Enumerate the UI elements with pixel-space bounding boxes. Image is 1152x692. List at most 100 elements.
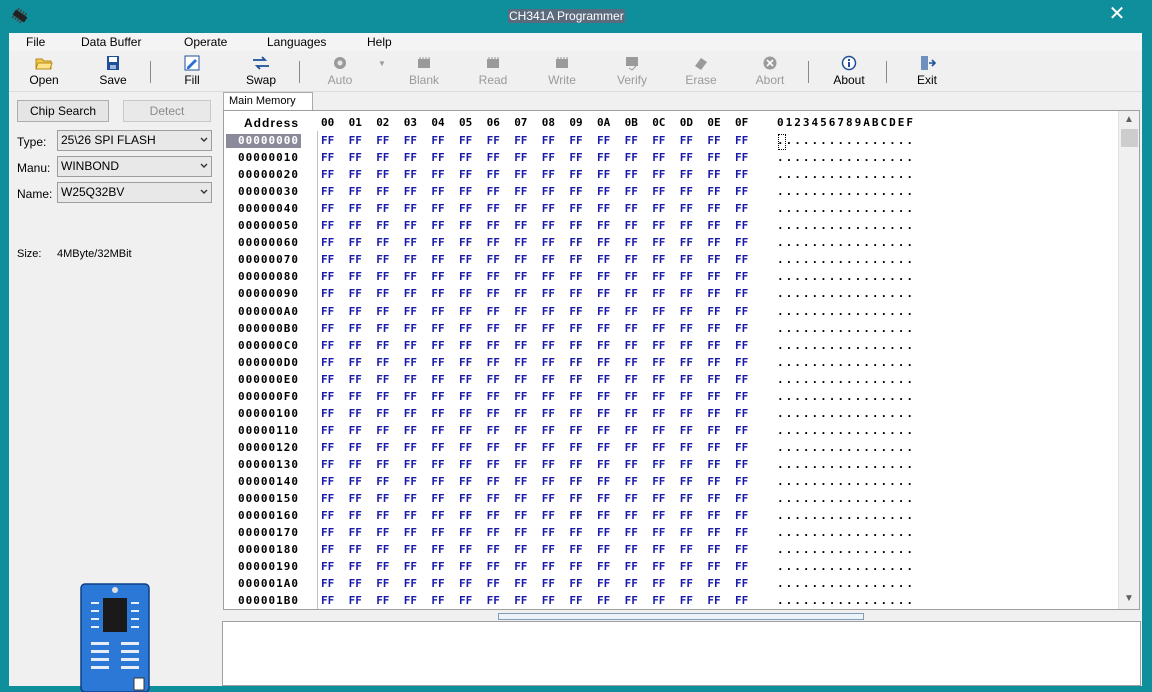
pane-splitter[interactable] — [498, 613, 864, 620]
hex-cell[interactable]: FF — [735, 134, 748, 148]
hex-cell[interactable]: FF — [431, 134, 444, 148]
hex-cell[interactable]: FF — [707, 305, 720, 319]
hex-cell[interactable]: FF — [680, 305, 693, 319]
tab-main-memory[interactable]: Main Memory — [223, 92, 313, 110]
hex-cell[interactable]: FF — [542, 322, 555, 336]
chevron-down-icon[interactable]: ▼ — [1124, 593, 1134, 604]
hex-cell[interactable]: FF — [625, 134, 638, 148]
hex-cell[interactable]: FF — [569, 424, 582, 438]
hex-cell[interactable]: FF — [487, 253, 500, 267]
ascii-cell[interactable]: ................ — [777, 339, 915, 353]
hex-cell[interactable]: FF — [569, 270, 582, 284]
hex-cell[interactable]: FF — [431, 492, 444, 506]
hex-cell[interactable]: FF — [514, 475, 527, 489]
hex-cell[interactable]: FF — [514, 356, 527, 370]
hex-cell[interactable]: FF — [625, 287, 638, 301]
hex-cell[interactable]: FF — [321, 185, 334, 199]
hex-cell[interactable]: FF — [376, 219, 389, 233]
ascii-cell[interactable]: ................ — [777, 151, 915, 165]
hex-cell[interactable]: FF — [680, 441, 693, 455]
hex-cell[interactable]: FF — [459, 219, 472, 233]
hex-cell[interactable]: FF — [735, 577, 748, 591]
ascii-cell[interactable]: ................ — [777, 134, 915, 148]
hex-cell[interactable]: FF — [431, 202, 444, 216]
hex-cell[interactable]: FF — [652, 253, 665, 267]
hex-cell[interactable]: FF — [487, 134, 500, 148]
hex-cell[interactable]: FF — [514, 168, 527, 182]
hex-cell[interactable]: FF — [376, 305, 389, 319]
hex-cell[interactable]: FF — [652, 202, 665, 216]
hex-cell[interactable]: FF — [349, 270, 362, 284]
hex-cell[interactable]: FF — [514, 305, 527, 319]
hex-cell[interactable]: FF — [376, 202, 389, 216]
hex-cell[interactable]: FF — [459, 322, 472, 336]
hex-cell[interactable]: FF — [349, 202, 362, 216]
hex-cell[interactable]: FF — [459, 134, 472, 148]
hex-cell[interactable]: FF — [376, 287, 389, 301]
hex-cell[interactable]: FF — [376, 185, 389, 199]
hex-cell[interactable]: FF — [680, 287, 693, 301]
hex-cell[interactable]: FF — [680, 492, 693, 506]
hex-cell[interactable]: FF — [514, 202, 527, 216]
hex-cell[interactable]: FF — [431, 543, 444, 557]
hex-cell[interactable]: FF — [321, 543, 334, 557]
hex-cell[interactable]: FF — [487, 560, 500, 574]
hex-cell[interactable]: FF — [514, 270, 527, 284]
hex-cell[interactable]: FF — [459, 305, 472, 319]
hex-cell[interactable]: FF — [707, 339, 720, 353]
hex-cell[interactable]: FF — [625, 424, 638, 438]
hex-cell[interactable]: FF — [707, 441, 720, 455]
hex-cell[interactable]: FF — [431, 475, 444, 489]
menu-languages[interactable]: Languages — [267, 35, 326, 49]
hex-cell[interactable]: FF — [487, 577, 500, 591]
hex-cell[interactable]: FF — [431, 322, 444, 336]
hex-cell[interactable]: FF — [349, 543, 362, 557]
hex-cell[interactable]: FF — [376, 373, 389, 387]
hex-cell[interactable]: FF — [431, 305, 444, 319]
menu-data-buffer[interactable]: Data Buffer — [81, 35, 141, 49]
ascii-cell[interactable]: ................ — [777, 424, 915, 438]
hex-cell[interactable]: FF — [404, 560, 417, 574]
hex-cell[interactable]: FF — [487, 475, 500, 489]
hex-cell[interactable]: FF — [680, 151, 693, 165]
hex-cell[interactable]: FF — [459, 577, 472, 591]
hex-cell[interactable]: FF — [321, 407, 334, 421]
hex-cell[interactable]: FF — [514, 253, 527, 267]
ascii-cell[interactable]: ................ — [777, 185, 915, 199]
hex-cell[interactable]: FF — [542, 526, 555, 540]
hex-cell[interactable]: FF — [597, 560, 610, 574]
hex-cell[interactable]: FF — [487, 151, 500, 165]
hex-cell[interactable]: FF — [514, 287, 527, 301]
hex-cell[interactable]: FF — [431, 287, 444, 301]
hex-cell[interactable]: FF — [321, 253, 334, 267]
hex-cell[interactable]: FF — [487, 407, 500, 421]
hex-cell[interactable]: FF — [625, 185, 638, 199]
hex-cell[interactable]: FF — [652, 305, 665, 319]
ascii-cell[interactable]: ................ — [777, 168, 915, 182]
hex-cell[interactable]: FF — [404, 543, 417, 557]
hex-cell[interactable]: FF — [542, 560, 555, 574]
close-icon[interactable]: ✕ — [1106, 3, 1128, 25]
hex-cell[interactable]: FF — [735, 509, 748, 523]
hex-cell[interactable]: FF — [431, 253, 444, 267]
hex-cell[interactable]: FF — [652, 424, 665, 438]
hex-cell[interactable]: FF — [321, 134, 334, 148]
hex-cell[interactable]: FF — [487, 543, 500, 557]
hex-cell[interactable]: FF — [569, 236, 582, 250]
hex-cell[interactable]: FF — [487, 236, 500, 250]
hex-cell[interactable]: FF — [404, 134, 417, 148]
hex-cell[interactable]: FF — [680, 322, 693, 336]
hex-cell[interactable]: FF — [487, 424, 500, 438]
hex-cell[interactable]: FF — [735, 219, 748, 233]
hex-cell[interactable]: FF — [404, 356, 417, 370]
hex-cell[interactable]: FF — [735, 322, 748, 336]
hex-cell[interactable]: FF — [707, 151, 720, 165]
abort-button[interactable]: Abort — [740, 51, 800, 91]
hex-cell[interactable]: FF — [404, 407, 417, 421]
hex-cell[interactable]: FF — [707, 509, 720, 523]
hex-cell[interactable]: FF — [652, 577, 665, 591]
hex-cell[interactable]: FF — [625, 458, 638, 472]
hex-cell[interactable]: FF — [404, 424, 417, 438]
hex-cell[interactable]: FF — [487, 356, 500, 370]
hex-cell[interactable]: FF — [625, 356, 638, 370]
